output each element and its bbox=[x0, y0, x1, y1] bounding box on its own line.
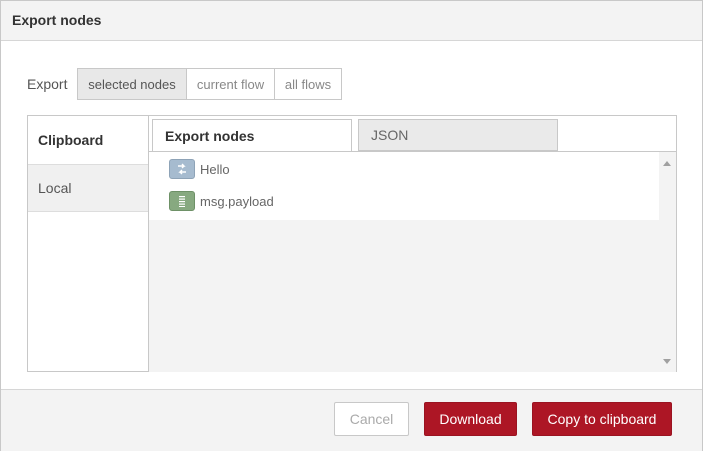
export-content: Export nodes JSON Hello msg.payload bbox=[149, 116, 676, 372]
export-scope-label: Export bbox=[27, 76, 68, 92]
export-dialog: Export nodes Export selected nodes curre… bbox=[0, 0, 703, 451]
list-item[interactable]: msg.payload bbox=[169, 190, 274, 212]
sidebar-item-local[interactable]: Local bbox=[28, 164, 148, 212]
dialog-titlebar: Export nodes bbox=[1, 1, 702, 41]
dialog-footer: Cancel Download Copy to clipboard bbox=[1, 389, 702, 451]
export-target-sidebar: Clipboard Local bbox=[28, 116, 149, 371]
cancel-button[interactable]: Cancel bbox=[334, 402, 409, 436]
node-list-rows: Hello msg.payload bbox=[149, 152, 659, 220]
node-label: Hello bbox=[200, 161, 230, 177]
export-panel: Clipboard Local Export nodes JSON Hello bbox=[27, 115, 677, 372]
node-list: Hello msg.payload bbox=[149, 151, 676, 372]
dialog-title: Export nodes bbox=[12, 12, 102, 28]
node-label: msg.payload bbox=[200, 193, 274, 209]
copy-to-clipboard-button[interactable]: Copy to clipboard bbox=[532, 402, 672, 436]
tab-export-nodes[interactable]: Export nodes bbox=[152, 119, 352, 152]
tab-json[interactable]: JSON bbox=[358, 119, 558, 151]
node-list-scrollbar[interactable] bbox=[659, 152, 676, 372]
scroll-up-icon[interactable] bbox=[663, 161, 671, 166]
export-current-flow-button[interactable]: current flow bbox=[186, 68, 275, 100]
export-selected-nodes-button[interactable]: selected nodes bbox=[77, 68, 187, 100]
download-button[interactable]: Download bbox=[424, 402, 517, 436]
list-item[interactable]: Hello bbox=[169, 158, 230, 180]
sidebar-item-clipboard[interactable]: Clipboard bbox=[28, 116, 148, 164]
debug-lines-icon bbox=[169, 191, 195, 211]
export-all-flows-button[interactable]: all flows bbox=[274, 68, 342, 100]
inject-arrow-icon bbox=[169, 159, 195, 179]
scroll-down-icon[interactable] bbox=[663, 359, 671, 364]
